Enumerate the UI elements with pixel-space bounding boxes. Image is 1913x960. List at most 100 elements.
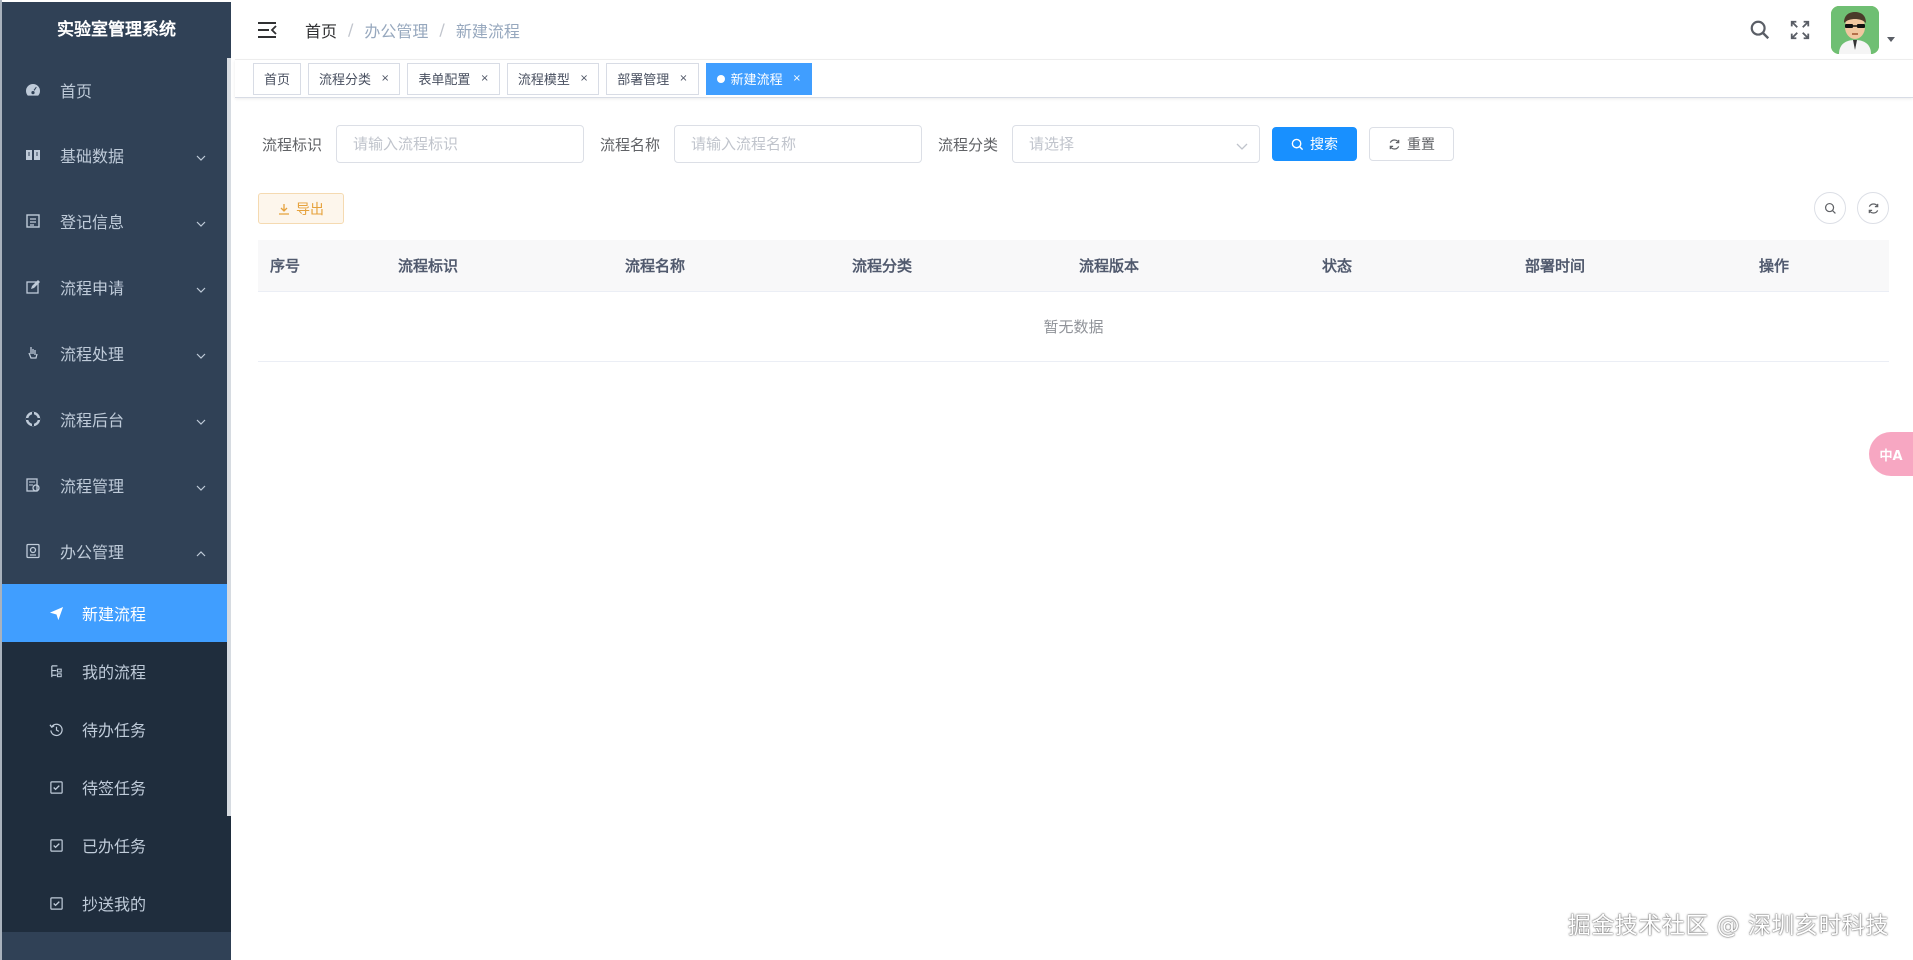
sidebar-item-label: 登记信息 [60,213,125,232]
tag-label: 新建流程 [730,73,783,88]
sidebar-item-label: 办公管理 [60,543,125,562]
watermark: 掘金技术社区 @ 深圳亥时科技 [1567,913,1889,939]
navbar: 首页 / 办公管理 / 新建流程 [235,0,1913,60]
sidebar-item-process-handle[interactable]: 流程处理 [2,320,231,386]
office-submenu: 新建流程 我的流程 待办任务 待签任务 已办任务 抄送我的 [2,584,231,932]
sidebar-item-label: 流程申请 [60,279,125,298]
column-header-index: 序号 [270,257,301,275]
search-icon [1291,138,1304,150]
chevron-down-icon [195,149,207,161]
sidebar-item-label: 首页 [60,82,93,101]
sidebar-item-label: 已办任务 [82,837,147,856]
checkbox-icon [48,779,64,795]
export-button[interactable]: 导出 [258,193,344,224]
refresh-icon [1389,138,1400,150]
sidebar-item-cc-me[interactable]: 抄送我的 [2,874,231,932]
table-header: 序号 流程标识 流程名称 流程分类 流程版本 状态 部署时间 操作 [258,240,1889,292]
process-key-input[interactable] [336,125,585,163]
caret-down-icon[interactable] [1885,33,1897,45]
manage-icon [24,476,42,494]
breadcrumb-item-current: 新建流程 [455,21,520,41]
empty-text: 暂无数据 [1043,318,1104,336]
search-icon[interactable] [1747,17,1773,43]
sidebar-item-register-info[interactable]: 登记信息 [2,188,231,254]
navbar-right [1747,0,1913,60]
chevron-down-icon [195,215,207,227]
search-form: 流程标识 流程名称 流程分类 请选择 搜索 重置 [262,124,1466,164]
book-icon [24,146,42,164]
column-header-status: 状态 [1322,257,1353,275]
translate-icon: 中A [1879,448,1903,464]
column-header-deploy-time: 部署时间 [1525,257,1586,275]
tag-label: 流程模型 [517,73,570,88]
sidebar-scrollbar[interactable] [227,58,231,816]
tag-home[interactable]: 首页 [253,62,302,95]
search-button[interactable]: 搜索 [1272,127,1358,161]
translate-float-button[interactable]: 中A [1869,432,1913,476]
sidebar-item-my-process[interactable]: 我的流程 [2,642,231,700]
refresh-icon [1868,202,1878,214]
breadcrumb: 首页 / 办公管理 / 新建流程 [305,18,520,42]
toggle-search-button[interactable] [1814,192,1846,224]
close-icon[interactable]: × [580,73,588,84]
sidebar-item-new-process[interactable]: 新建流程 [2,584,231,642]
sidebar-item-basic-data[interactable]: 基础数据 [2,122,231,188]
hamburger-icon[interactable] [255,18,279,42]
tag-label: 部署管理 [617,73,670,88]
avatar[interactable] [1831,6,1879,54]
sidebar-item-label: 待签任务 [82,779,147,798]
process-table: 序号 流程标识 流程名称 流程分类 流程版本 状态 部署时间 操作 暂无数据 [258,240,1889,362]
sidebar-item-label: 流程处理 [60,345,125,364]
column-header-category: 流程分类 [852,257,913,275]
reset-button[interactable]: 重置 [1369,127,1455,161]
tag-new-process[interactable]: 新建流程 × [705,62,813,95]
active-dot-icon [716,74,725,83]
sidebar-item-home[interactable]: 首页 [2,58,231,122]
close-icon[interactable]: × [679,73,687,84]
refresh-button[interactable] [1857,192,1889,224]
sidebar-item-process-apply[interactable]: 流程申请 [2,254,231,320]
sidebar-item-label: 流程后台 [60,411,125,430]
process-name-label: 流程名称 [600,135,661,154]
close-icon[interactable]: × [480,73,488,84]
tag-deploy-manage[interactable]: 部署管理 × [606,62,699,95]
sidebar-item-label: 基础数据 [60,147,125,166]
tree-icon [48,663,64,679]
sidebar-item-label: 待办任务 [82,721,147,740]
fullscreen-icon[interactable] [1787,17,1813,43]
search-icon [1824,202,1836,214]
process-category-select[interactable]: 请选择 [1012,125,1261,163]
select-placeholder: 请选择 [1029,135,1075,153]
column-header-name: 流程名称 [625,257,686,275]
close-icon[interactable]: × [793,73,801,84]
tag-label: 首页 [264,73,291,88]
tags-view: 首页 流程分类 × 表单配置 × 流程模型 × 部署管理 × 新建流程 × [235,60,1913,98]
sidebar-item-process-backend[interactable]: 流程后台 [2,386,231,452]
export-button-label: 导出 [296,201,324,218]
tag-process-model[interactable]: 流程模型 × [506,62,600,95]
process-name-input[interactable] [674,125,923,163]
sidebar-item-label: 新建流程 [82,605,147,624]
tag-process-category[interactable]: 流程分类 × [308,62,401,95]
sidebar-item-office-manage[interactable]: 办公管理 [2,518,231,584]
sidebar-item-done-task[interactable]: 已办任务 [2,816,231,874]
breadcrumb-item-home[interactable]: 首页 [305,18,337,42]
process-category-label: 流程分类 [938,135,999,154]
column-header-actions: 操作 [1759,257,1790,275]
download-icon [279,203,289,215]
lifebuoy-icon [24,410,42,428]
app-logo-title[interactable]: 实验室管理系统 [2,2,231,58]
sidebar-item-to-sign-task[interactable]: 待签任务 [2,758,231,816]
process-key-label: 流程标识 [262,135,323,154]
column-header-version: 流程版本 [1079,257,1140,275]
chevron-down-icon [195,281,207,293]
tag-form-config[interactable]: 表单配置 × [407,62,500,95]
dashboard-icon [24,81,42,99]
sidebar-item-label: 流程管理 [60,477,125,496]
sidebar-item-todo-task[interactable]: 待办任务 [2,700,231,758]
close-icon[interactable]: × [381,73,389,84]
office-icon [24,542,42,560]
sidebar-item-process-manage[interactable]: 流程管理 [2,452,231,518]
breadcrumb-item-office: 办公管理 [364,21,429,41]
send-icon [48,605,64,621]
